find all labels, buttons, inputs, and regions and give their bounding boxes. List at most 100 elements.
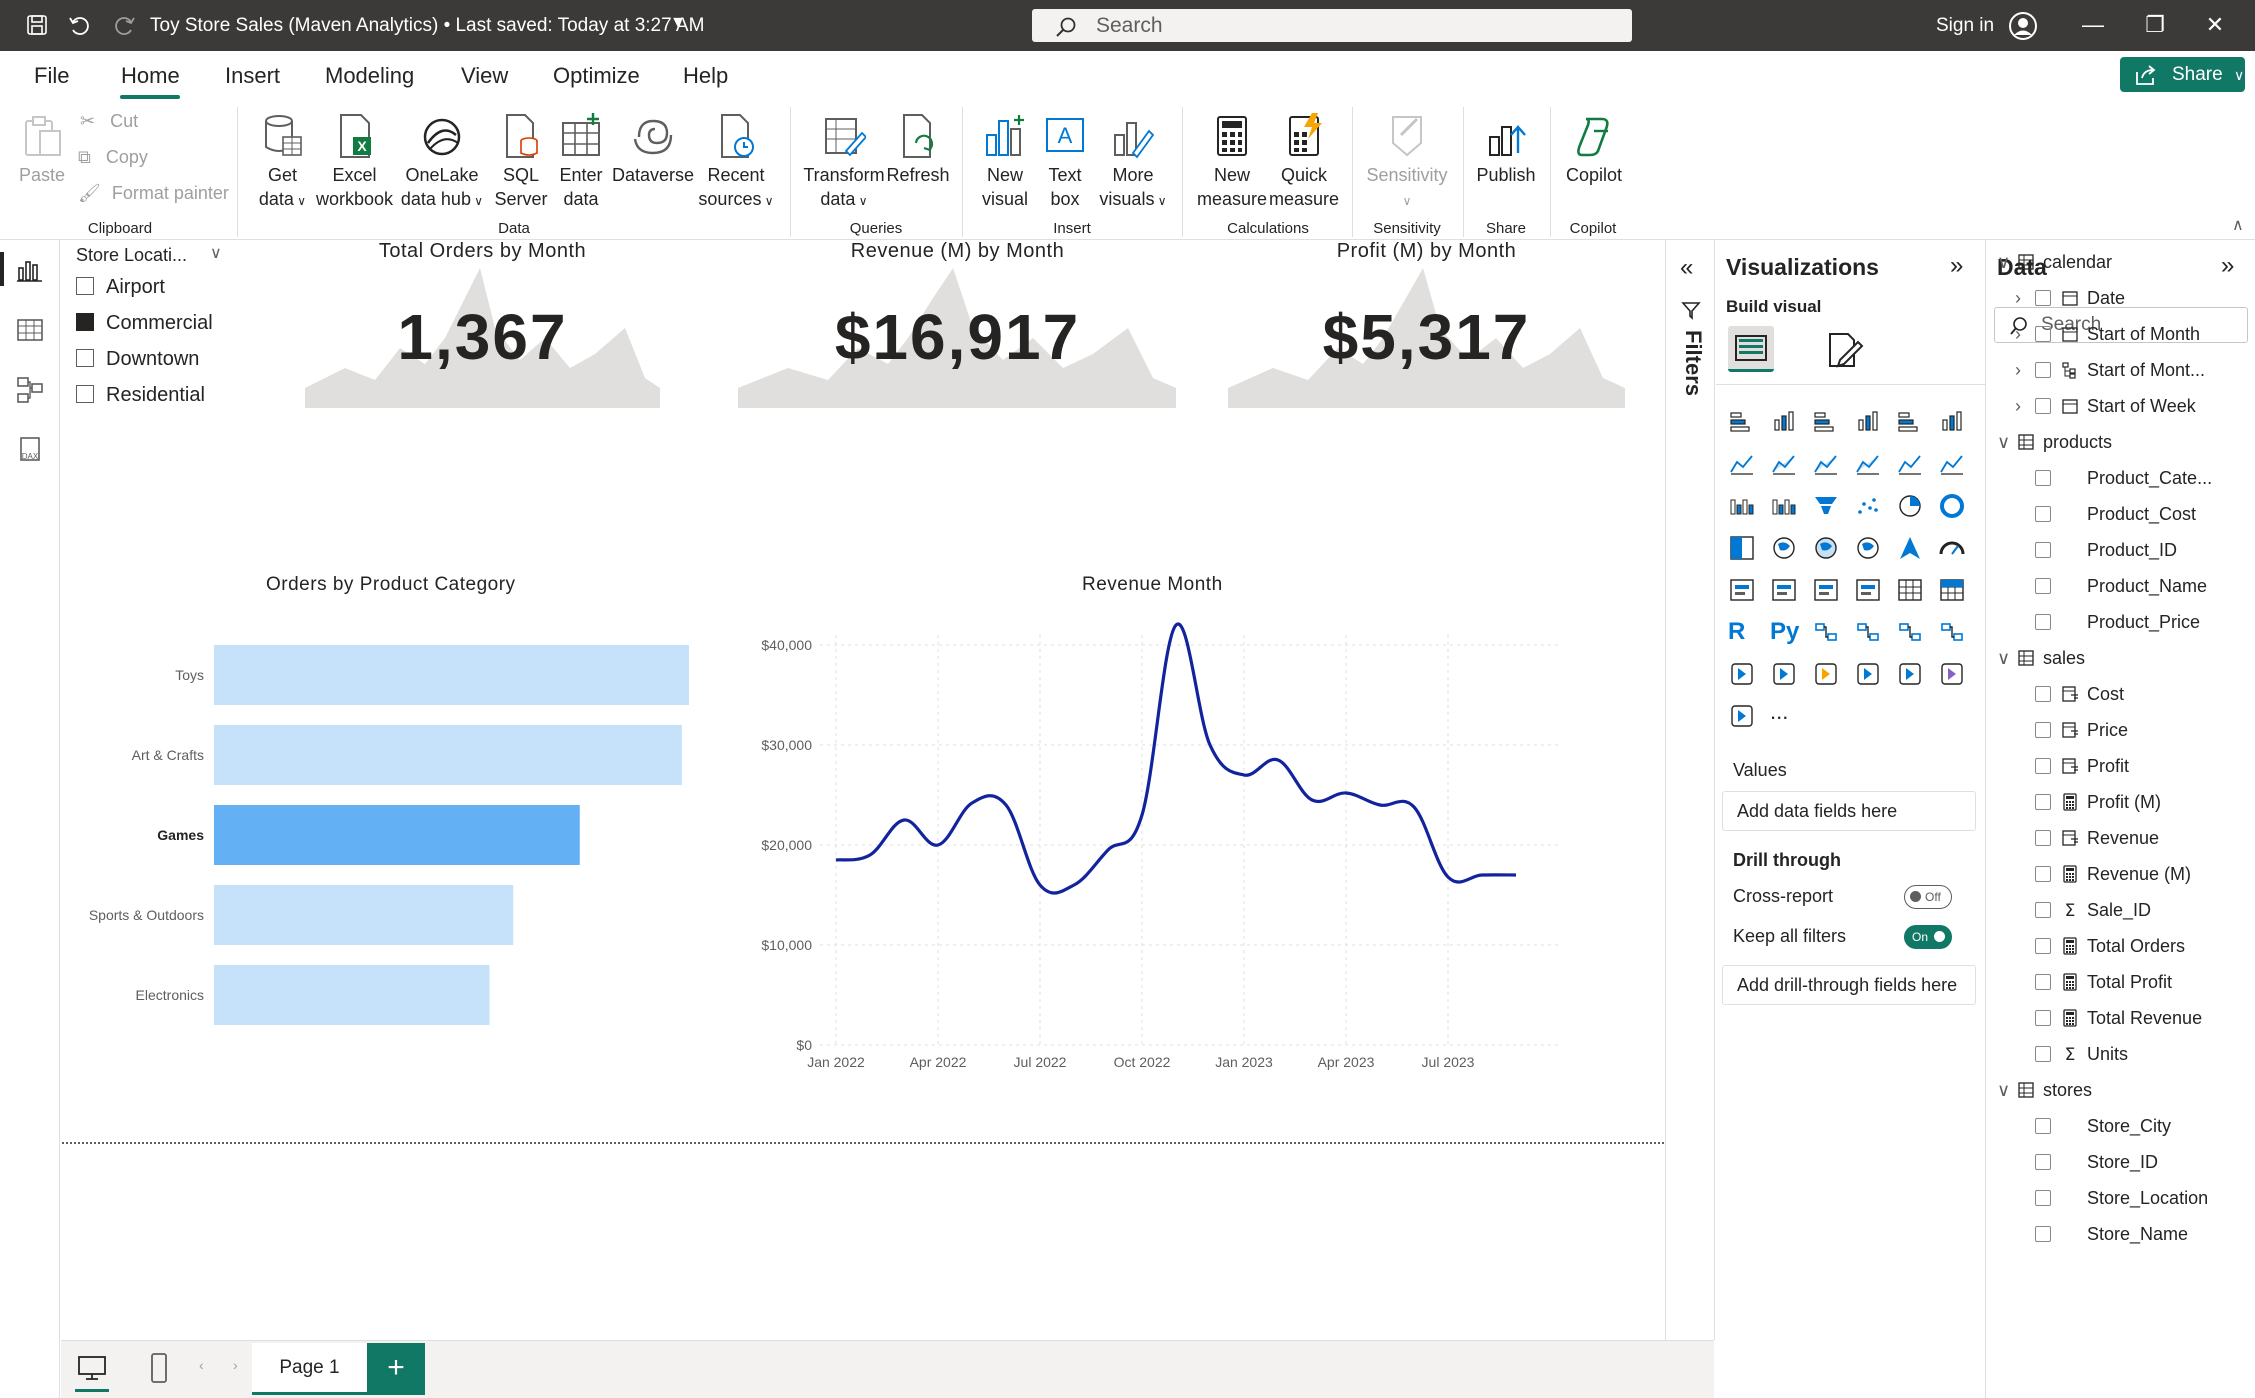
field-item[interactable]: Total Revenue — [2015, 1008, 2202, 1029]
collapse-ribbon-icon[interactable]: ∧ — [2232, 215, 2244, 235]
arcgis-icon[interactable] — [1896, 660, 1924, 688]
search-input[interactable]: Search — [1032, 9, 1632, 42]
azure-map-icon[interactable] — [1896, 534, 1924, 562]
refresh-button[interactable]: Refresh — [884, 113, 952, 187]
checkbox[interactable] — [2035, 830, 2051, 846]
save-icon[interactable] — [24, 13, 50, 39]
field-item[interactable]: Product_Cost — [2015, 504, 2196, 525]
copilot-button[interactable]: Copilot — [1558, 113, 1630, 187]
field-item[interactable]: Revenue (M) — [2015, 864, 2191, 885]
funnel-icon[interactable] — [1812, 492, 1840, 520]
field-item[interactable]: Store_ID — [2015, 1152, 2158, 1173]
build-visual-tab[interactable] — [1728, 326, 1774, 372]
checkbox[interactable] — [2035, 542, 2051, 558]
ribbon-icon[interactable] — [1728, 492, 1756, 520]
table-icon[interactable] — [1896, 576, 1924, 604]
recent-sources-button[interactable]: Recent sources ∨ — [696, 113, 776, 213]
user-avatar-icon[interactable] — [2008, 11, 2038, 46]
checkbox[interactable] — [2035, 578, 2051, 594]
qa-icon[interactable] — [1896, 618, 1924, 646]
field-item[interactable]: Price — [2015, 720, 2128, 741]
power-automate-flow-icon[interactable] — [1728, 702, 1756, 730]
scatter-icon[interactable] — [1854, 492, 1882, 520]
narrative-icon[interactable] — [1938, 618, 1966, 646]
field-item[interactable]: Product_Name — [2015, 576, 2207, 597]
checkbox[interactable] — [2035, 758, 2051, 774]
field-item[interactable]: Product_ID — [2015, 540, 2177, 561]
expand-left-icon[interactable]: « — [1680, 254, 1693, 282]
field-item[interactable]: Revenue — [2015, 828, 2159, 849]
checkbox[interactable] — [2035, 614, 2051, 630]
field-item[interactable]: Store_City — [2015, 1116, 2171, 1137]
prev-page-icon[interactable]: ‹ — [199, 1357, 204, 1373]
share-button[interactable]: Share ∨ — [2120, 57, 2245, 92]
line-icon[interactable] — [1728, 450, 1756, 478]
field-item[interactable]: Store_Name — [2015, 1224, 2188, 1245]
excel-workbook-button[interactable]: X Excel workbook — [312, 113, 397, 211]
dax-query-view-icon[interactable]: DAX — [14, 434, 46, 466]
field-item[interactable]: Profit — [2015, 756, 2129, 777]
next-page-icon[interactable]: › — [233, 1357, 238, 1373]
tab-file[interactable]: File — [34, 63, 69, 89]
treemap-icon[interactable] — [1728, 534, 1756, 562]
stacked-column-icon[interactable] — [1770, 408, 1798, 436]
checkbox[interactable] — [2035, 1154, 2051, 1170]
redo-icon[interactable] — [112, 13, 138, 39]
slicer-dropdown-icon[interactable]: ∨ — [210, 243, 222, 263]
text-box-button[interactable]: A Text box — [1036, 113, 1094, 211]
chevron-down-icon[interactable]: ∨ — [1997, 432, 2013, 453]
bar-electronics[interactable] — [214, 965, 490, 1025]
more-icon[interactable]: ... — [1770, 701, 1798, 730]
chevron-down-icon[interactable]: ∨ — [1997, 252, 2013, 273]
area-icon[interactable] — [1770, 450, 1798, 478]
checkbox[interactable] — [76, 277, 94, 295]
chevron-right-icon[interactable]: › — [2015, 288, 2031, 309]
field-item[interactable]: Profit (M) — [2015, 792, 2161, 813]
tab-optimize[interactable]: Optimize — [553, 63, 640, 89]
table-calendar[interactable]: ∨ calendar — [1997, 252, 2112, 273]
format-visual-icon[interactable] — [1824, 330, 1864, 370]
power-apps-icon[interactable] — [1812, 660, 1840, 688]
model-view-icon[interactable] — [14, 374, 46, 406]
checkbox[interactable] — [2035, 938, 2051, 954]
chevron-down-icon[interactable]: ∨ — [1997, 648, 2013, 669]
filters-pane-collapsed[interactable]: « Filters — [1665, 240, 1715, 1340]
checkbox[interactable] — [2035, 362, 2051, 378]
tab-help[interactable]: Help — [683, 63, 728, 89]
field-item[interactable]: › Start of Week — [2015, 396, 2196, 417]
bar-sports-outdoors[interactable] — [214, 885, 514, 945]
chevron-right-icon[interactable]: › — [2015, 360, 2031, 381]
100-area-icon[interactable] — [1854, 450, 1882, 478]
checkbox[interactable] — [2035, 470, 2051, 486]
slicer-item-airport[interactable]: Airport — [76, 276, 165, 299]
field-item[interactable]: Total Profit — [2015, 972, 2172, 993]
checkbox[interactable] — [2035, 866, 2051, 882]
key-influencers-icon[interactable] — [1812, 618, 1840, 646]
tab-home[interactable]: Home — [121, 63, 180, 89]
table-view-icon[interactable] — [14, 314, 46, 346]
gauge-icon[interactable] — [1938, 534, 1966, 562]
tab-insert[interactable]: Insert — [225, 63, 280, 89]
100-bar-icon[interactable] — [1896, 408, 1924, 436]
sensitivity-button[interactable]: Sensitivity ∨ — [1362, 113, 1452, 213]
donut-icon[interactable] — [1938, 492, 1966, 520]
enter-data-button[interactable]: Enter data — [552, 113, 610, 211]
filled-map-icon[interactable] — [1812, 534, 1840, 562]
checkbox[interactable] — [2035, 326, 2051, 342]
bar-toys[interactable] — [214, 645, 689, 705]
quick-measure-button[interactable]: Quick measure — [1264, 113, 1344, 211]
100-column-icon[interactable] — [1938, 408, 1966, 436]
stacked-area-icon[interactable] — [1812, 450, 1840, 478]
keep-filters-toggle[interactable]: On — [1904, 925, 1952, 949]
card-icon[interactable] — [1728, 576, 1756, 604]
slicer-item-residential[interactable]: Residential — [76, 384, 205, 407]
field-item[interactable]: Total Orders — [2015, 936, 2185, 957]
clustered-bar-icon[interactable] — [1812, 408, 1840, 436]
checkbox[interactable] — [76, 385, 94, 403]
cut-button[interactable]: ✂ Cut — [80, 111, 138, 132]
field-item[interactable]: › Date — [2015, 288, 2125, 309]
values-drop-zone[interactable]: Add data fields here — [1722, 791, 1976, 831]
collapse-right-icon[interactable]: » — [1950, 252, 1963, 280]
restore-icon[interactable]: ❐ — [2135, 10, 2175, 40]
multi-row-card-icon[interactable] — [1770, 576, 1798, 604]
